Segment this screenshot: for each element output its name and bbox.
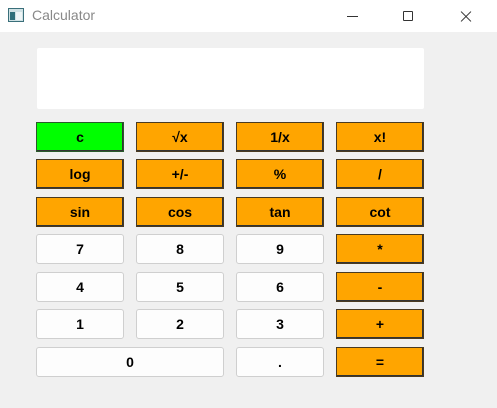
decimal-point-button[interactable]: . <box>236 347 324 377</box>
negate-button[interactable]: +/- <box>136 159 224 189</box>
sin-button[interactable]: sin <box>36 197 124 227</box>
cot-button[interactable]: cot <box>336 197 424 227</box>
digit-8-button[interactable]: 8 <box>136 234 224 264</box>
digit-0-button[interactable]: 0 <box>36 347 224 377</box>
log-button[interactable]: log <box>36 159 124 189</box>
window-title: Calculator <box>32 7 96 23</box>
close-button[interactable] <box>443 0 489 32</box>
digit-5-button[interactable]: 5 <box>136 272 224 302</box>
clear-button[interactable]: c <box>36 122 124 152</box>
tan-button[interactable]: tan <box>236 197 324 227</box>
add-button[interactable]: + <box>336 309 424 339</box>
factorial-button[interactable]: x! <box>336 122 424 152</box>
digit-9-button[interactable]: 9 <box>236 234 324 264</box>
calculator-display <box>37 48 424 109</box>
subtract-button[interactable]: - <box>336 272 424 302</box>
digit-7-button[interactable]: 7 <box>36 234 124 264</box>
multiply-button[interactable]: * <box>336 234 424 264</box>
equals-button[interactable]: = <box>336 347 424 377</box>
calculator-app-icon <box>8 8 24 22</box>
digit-1-button[interactable]: 1 <box>36 309 124 339</box>
divide-button[interactable]: / <box>336 159 424 189</box>
digit-2-button[interactable]: 2 <box>136 309 224 339</box>
maximize-button[interactable] <box>385 0 431 32</box>
maximize-icon <box>403 11 413 21</box>
reciprocal-button[interactable]: 1/x <box>236 122 324 152</box>
percent-button[interactable]: % <box>236 159 324 189</box>
minimize-button[interactable] <box>329 0 375 32</box>
square-root-button[interactable]: √x <box>136 122 224 152</box>
digit-6-button[interactable]: 6 <box>236 272 324 302</box>
digit-3-button[interactable]: 3 <box>236 309 324 339</box>
close-icon <box>459 9 473 23</box>
digit-4-button[interactable]: 4 <box>36 272 124 302</box>
title-bar: Calculator <box>0 0 497 32</box>
minimize-icon <box>346 15 358 17</box>
cos-button[interactable]: cos <box>136 197 224 227</box>
